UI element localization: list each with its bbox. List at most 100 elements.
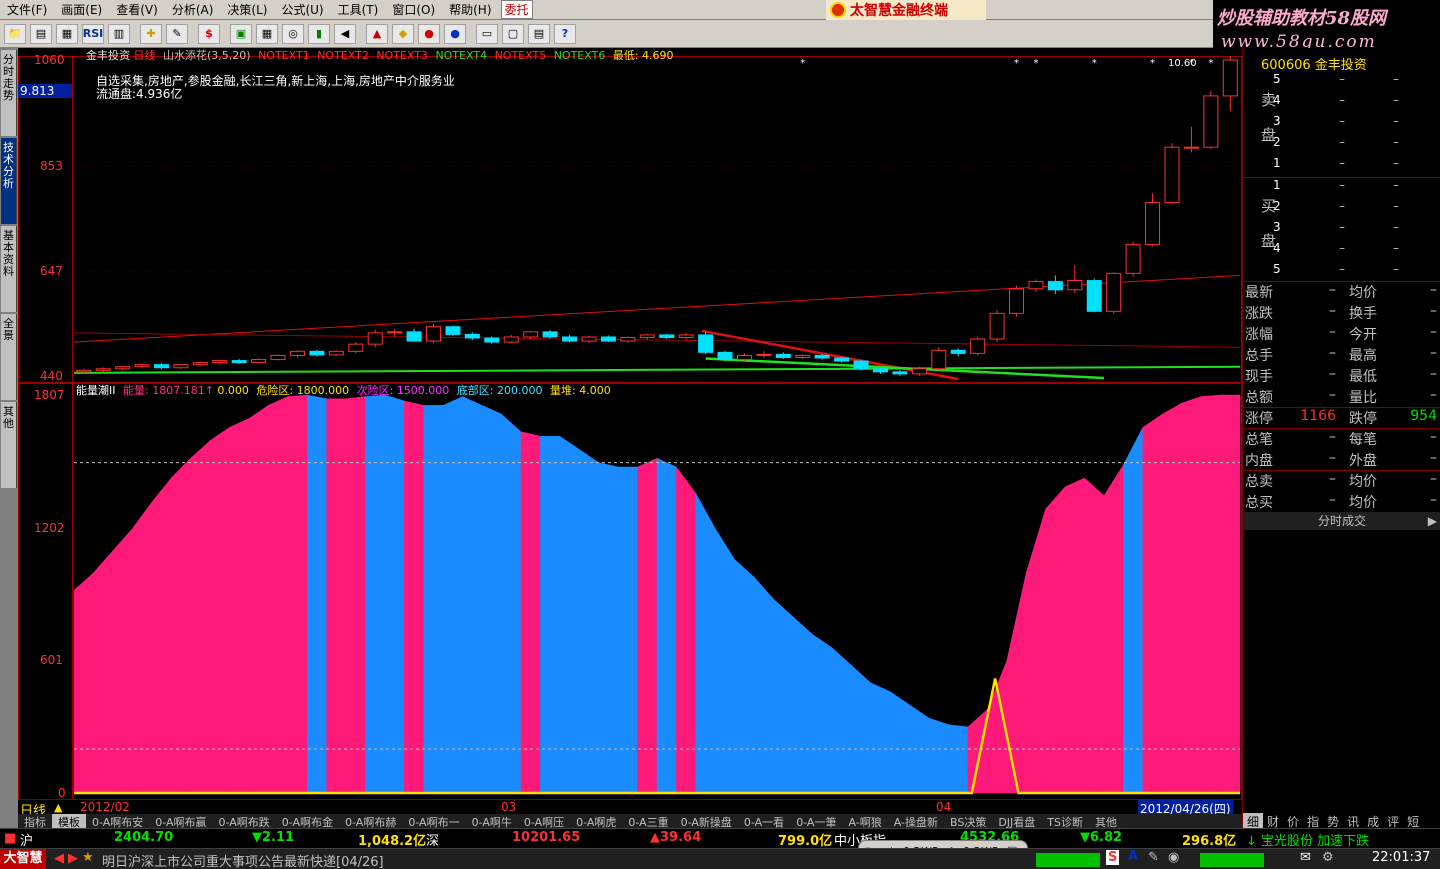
tab-djj[interactable]: DJJ看盘 <box>992 814 1041 829</box>
tab-formula-8[interactable]: 0-A啊压 <box>518 814 570 829</box>
tab-panorama[interactable]: 全景 <box>1 314 17 400</box>
stat-v: – <box>1329 450 1336 466</box>
quote-tab[interactable]: 价 <box>1283 813 1303 829</box>
screen-icon[interactable]: ▦ <box>56 23 78 44</box>
tab-formula-11[interactable]: 0-A新操盘 <box>675 814 738 829</box>
sh-label[interactable]: 沪 <box>20 830 33 849</box>
energy-area-segment <box>1142 413 1163 794</box>
tab-ts-diagnose[interactable]: TS诊断 <box>1041 814 1089 829</box>
tab-formula-14[interactable]: A-啊狼 <box>842 814 887 829</box>
entrust-button[interactable]: 委托 <box>500 0 533 19</box>
chart-canvas[interactable]: * * * * * * * <box>18 48 1242 800</box>
sell-order-row: 2 – – <box>1243 135 1440 156</box>
tab-formula-5[interactable]: 0-A啊布赫 <box>339 814 402 829</box>
tab-formula-1[interactable]: 0-A啊布安 <box>86 814 149 829</box>
grid-icon[interactable]: ▦ <box>256 23 278 44</box>
sell-volume: – <box>1393 135 1399 149</box>
tab-fundamentals[interactable]: 基本资料 <box>1 226 17 312</box>
crosshair-icon[interactable]: ✚ <box>140 23 162 44</box>
tab-formula-7[interactable]: 0-A啊牛 <box>466 814 518 829</box>
menu-view-screen[interactable]: 画面(E) <box>54 1 109 18</box>
quote-tab[interactable]: 讯 <box>1343 813 1363 829</box>
next-arrow-icon[interactable]: ▶ <box>68 851 78 866</box>
flag-icon[interactable]: ▣ <box>230 23 252 44</box>
brand-button[interactable]: 大智慧 <box>0 849 46 869</box>
tab-bs-decision[interactable]: BS决策 <box>944 814 992 829</box>
notext2: NOTEXT2 <box>317 49 369 62</box>
rsi-button[interactable]: RSI <box>82 23 104 44</box>
tab-formula-13[interactable]: 0-A一筆 <box>790 814 842 829</box>
menu-analysis[interactable]: 分析(A) <box>165 1 221 18</box>
buy-volume: – <box>1393 199 1399 213</box>
tab-formula-3[interactable]: 0-A啊布跌 <box>213 814 276 829</box>
quote-tab[interactable]: 势 <box>1323 813 1343 829</box>
binoculars-icon[interactable]: ◎ <box>282 23 304 44</box>
menu-decision[interactable]: 决策(L) <box>220 1 274 18</box>
tab-template[interactable]: 模板 <box>52 814 86 829</box>
ticks-button[interactable]: 分时成交 ▶ <box>1243 512 1440 530</box>
quote-tab[interactable]: 财 <box>1263 813 1283 829</box>
tab-indicator[interactable]: 指标 <box>18 814 52 829</box>
tab-formula-2[interactable]: 0-A啊布赢 <box>149 814 212 829</box>
window-icon[interactable]: ▢ <box>502 23 524 44</box>
tab-formula-4[interactable]: 0-A啊布金 <box>276 814 339 829</box>
menu-view[interactable]: 查看(V) <box>109 1 165 18</box>
dollar-button[interactable]: $ <box>198 23 220 44</box>
quote-tab[interactable]: 细 <box>1243 813 1264 829</box>
tab-formula-15[interactable]: A-操盘新 <box>888 814 944 829</box>
menu-help[interactable]: 帮助(H) <box>442 1 498 18</box>
document-icon[interactable]: ▭ <box>476 23 498 44</box>
mail-icon[interactable]: ✉ <box>1300 850 1311 865</box>
tab-technical[interactable]: 技术分析 <box>1 138 17 224</box>
chart-bars-icon[interactable]: ▮ <box>308 23 330 44</box>
help-pointer-icon[interactable]: ? <box>554 23 576 44</box>
diamond-icon[interactable]: ◆ <box>392 23 414 44</box>
tab-intraday[interactable]: 分时走势 <box>1 50 17 136</box>
activity-bar-1 <box>1036 853 1100 867</box>
energy-area-segment <box>229 418 250 794</box>
quote-tab[interactable]: 评 <box>1383 813 1403 829</box>
blue-circle-icon[interactable]: ● <box>444 23 466 44</box>
candle-body <box>834 357 850 362</box>
energy-area-segment <box>345 396 366 794</box>
kline-chart-icon[interactable]: ▤ <box>30 23 52 44</box>
sell-volume: – <box>1393 93 1399 107</box>
menu-tools[interactable]: 工具(T) <box>331 1 386 18</box>
news-ticker[interactable]: 明日沪深上市公司重大事项公告最新快递[04/26] <box>102 851 384 869</box>
stat-v: – <box>1329 345 1336 361</box>
arrow-up-icon[interactable]: ▲ <box>366 23 388 44</box>
calendar-icon[interactable]: ▤ <box>528 23 550 44</box>
candle-body <box>445 326 461 335</box>
menu-file[interactable]: 文件(F) <box>0 1 54 18</box>
tab-formula-12[interactable]: 0-A一看 <box>738 814 790 829</box>
candle-body <box>426 326 442 342</box>
tab-formula-9[interactable]: 0-A啊虎 <box>570 814 622 829</box>
open-folder-icon[interactable]: 📁 <box>4 23 26 44</box>
tab-other-formulas[interactable]: 其他 <box>1089 814 1123 829</box>
quote-tab[interactable]: 指 <box>1303 813 1323 829</box>
settings-icon[interactable]: ⚙ <box>1322 850 1334 865</box>
menu-window[interactable]: 窗口(O) <box>385 1 442 18</box>
speaker-icon[interactable]: ◀ <box>334 23 356 44</box>
tab-formula-6[interactable]: 0-A啊布一 <box>402 814 465 829</box>
stat-v: 1166 <box>1300 408 1336 424</box>
candle-body <box>212 360 228 364</box>
sz-label[interactable]: 深 <box>426 830 439 849</box>
period-arrow-icon[interactable]: ▲ <box>54 801 62 814</box>
quote-tab[interactable]: 成 <box>1363 813 1383 829</box>
ticker-bar: 大智慧 ◀ ▶ ★ 明日沪深上市公司重大事项公告最新快递[04/26] S A … <box>0 848 1440 869</box>
menu-formula[interactable]: 公式(U) <box>274 1 330 18</box>
watermark-line1: 炒股辅助教材58股网 <box>1217 8 1387 29</box>
quote-tab[interactable]: 短 <box>1403 813 1423 829</box>
tab-formula-10[interactable]: 0-A三重 <box>622 814 674 829</box>
table-icon[interactable]: ▥ <box>108 23 130 44</box>
red-circle-icon[interactable]: ● <box>418 23 440 44</box>
candle-body <box>775 353 791 358</box>
tab-other[interactable]: 其他 <box>1 402 17 488</box>
candle-body <box>931 349 947 370</box>
stat-k2: 跌停 <box>1349 411 1377 427</box>
ruler-icon[interactable]: ✎ <box>166 23 188 44</box>
candle-body <box>581 336 597 342</box>
prev-arrow-icon[interactable]: ◀ <box>54 851 64 866</box>
alert-text[interactable]: ↓ 宝光股份 加速下跌 <box>1246 830 1369 849</box>
